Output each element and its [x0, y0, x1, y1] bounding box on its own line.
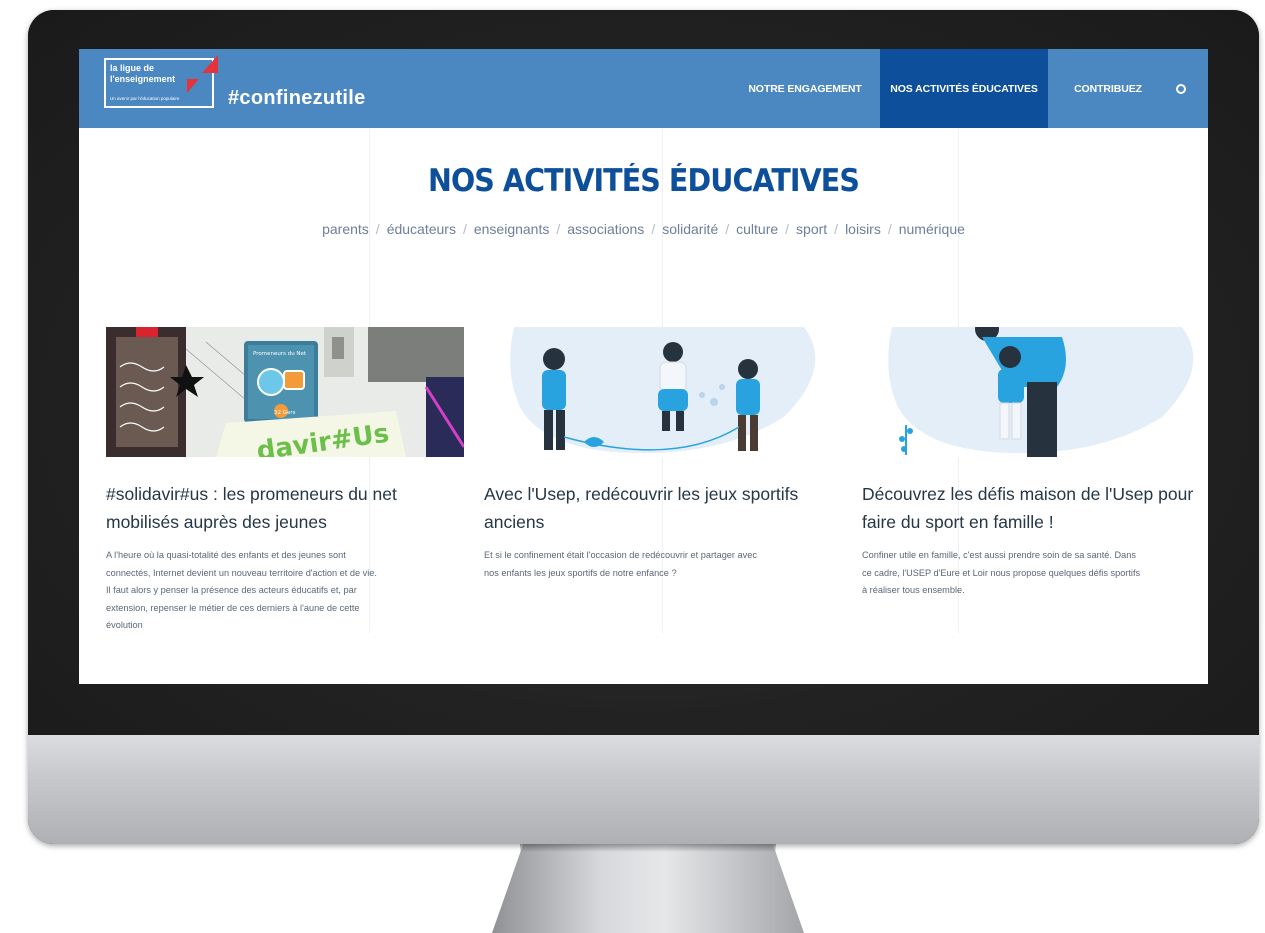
monitor-stand	[492, 844, 804, 933]
filter-culture[interactable]: culture	[736, 221, 778, 237]
article-title[interactable]: Découvrez les défis maison de l'Usep pou…	[862, 480, 1208, 536]
search-button[interactable]	[1168, 49, 1208, 128]
article-excerpt: A l'heure où la quasi-totalité des enfan…	[106, 550, 377, 630]
article-title[interactable]: Avec l'Usep, redécouvrir les jeux sporti…	[484, 480, 856, 536]
filter-associations[interactable]: associations	[567, 221, 644, 237]
article-excerpt: Et si le confinement était l'occasion de…	[484, 550, 757, 578]
logo-line1: la ligue de	[110, 63, 155, 73]
filter-parents[interactable]: parents	[322, 221, 369, 237]
filter-numerique[interactable]: numérique	[899, 221, 965, 237]
logo-tagline: Un avenir par l'éducation populaire	[110, 96, 180, 101]
nav-notre-engagement[interactable]: NOTRE ENGAGEMENT	[730, 49, 880, 128]
site-hashtag[interactable]: #confinezutile	[228, 87, 366, 110]
article-image[interactable]: davir#Us Promeneurs du Net 32 Gers	[106, 327, 464, 457]
article-excerpt: Confiner utile en famille, c'est aussi p…	[862, 550, 1141, 595]
search-icon	[1176, 83, 1186, 94]
filter-enseignants[interactable]: enseignants	[474, 221, 550, 237]
nav-nos-activites[interactable]: NOS ACTIVITÉS ÉDUCATIVES	[880, 49, 1048, 128]
monitor-stand-shadow	[520, 844, 776, 852]
logo-line2: l'enseignement	[110, 74, 176, 84]
image-label: Promeneurs du Net	[253, 351, 307, 357]
filter-sport[interactable]: sport	[796, 221, 827, 237]
logo-flag-icon	[202, 55, 218, 73]
scroll-fade	[79, 629, 1208, 684]
filter-educateurs[interactable]: éducateurs	[387, 221, 456, 237]
article-image[interactable]	[484, 327, 842, 457]
article-image[interactable]	[862, 327, 1208, 457]
nav-contribuez[interactable]: CONTRIBUEZ	[1048, 49, 1168, 128]
filter-loisirs[interactable]: loisirs	[845, 221, 881, 237]
monitor-chin	[28, 735, 1259, 844]
main-nav: NOTRE ENGAGEMENT NOS ACTIVITÉS ÉDUCATIVE…	[730, 49, 1208, 128]
category-filters: parents / éducateurs / enseignants / associati…	[322, 221, 965, 237]
site-header: la ligue de l'enseignement Un avenir par…	[79, 49, 1208, 128]
page-title: NOS ACTIVITÉS ÉDUCATIVES	[428, 163, 860, 199]
logo-flag-icon	[187, 79, 199, 93]
filter-solidarite[interactable]: solidarité	[662, 221, 718, 237]
website-screen: la ligue de l'enseignement Un avenir par…	[79, 49, 1208, 684]
article-title[interactable]: #solidavir#us : les promeneurs du net mo…	[106, 480, 478, 536]
image-badge: 32 Gers	[274, 410, 296, 416]
